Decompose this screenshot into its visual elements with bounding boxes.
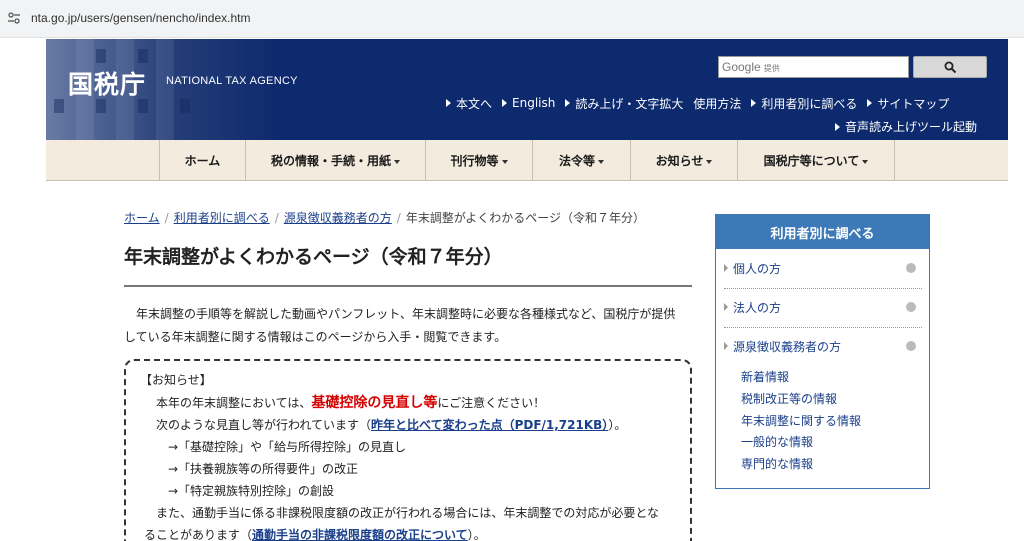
nav-home[interactable]: ホーム [159, 140, 245, 181]
nav-about[interactable]: 国税庁等について [737, 140, 895, 181]
sidebar-by-user: 利用者別に調べる 個人の方 法人の方 源泉徴収義務者の方 新着情報 税制改正等の… [715, 214, 930, 489]
util-link-usage[interactable]: 使用方法 [693, 95, 741, 111]
sidebar-item-corporate[interactable]: 法人の方 [724, 290, 922, 324]
notice-bullet-2: →「扶養親族等の所得要件」の改正 [168, 462, 359, 476]
notice-box: 【お知らせ】 本年の年末調整においては、基礎控除の見直し等にご注意ください！ 次… [124, 359, 692, 541]
sub-link-technical[interactable]: 専門的な情報 [741, 455, 813, 472]
utility-links: 本文へ English 読み上げ・文字拡大 使用方法 利用者別に調べる サイトマ… [446, 95, 959, 111]
site-logo-english[interactable]: NATIONAL TAX AGENCY [166, 75, 298, 87]
site-settings-icon[interactable] [7, 11, 21, 25]
arrow-right-icon [502, 99, 508, 107]
site-logo[interactable]: 国税庁 [68, 65, 146, 101]
arrow-right-icon [751, 99, 757, 107]
global-nav: ホーム 税の情報・手続・用紙 刊行物等 法令等 お知らせ 国税庁等について [46, 140, 1008, 181]
util-link-readaloud[interactable]: 読み上げ・文字拡大 [565, 95, 683, 111]
changes-pdf-link[interactable]: 昨年と比べて変わった点（PDF/1,721KB） [371, 418, 608, 432]
notice-line-7: ることがあります（通勤手当の非課税限度額の改正について）。 [144, 528, 486, 541]
nav-publications[interactable]: 刊行物等 [425, 140, 532, 181]
expand-circle-icon[interactable] [906, 341, 916, 351]
notice-line-6: また、通勤手当に係る非課税限度額の改正が行われる場合には、年末調整での対応が必要… [156, 506, 660, 520]
arrow-right-icon [724, 264, 728, 272]
search-icon [944, 61, 957, 74]
browser-address-bar[interactable]: nta.go.jp/users/gensen/nencho/index.htm [0, 0, 1024, 38]
util-link-skip[interactable]: 本文へ [446, 95, 492, 111]
arrow-right-icon [724, 342, 728, 350]
sub-link-year-end[interactable]: 年末調整に関する情報 [741, 412, 861, 429]
arrow-right-icon [867, 99, 873, 107]
notice-heading: 【お知らせ】 [140, 373, 212, 387]
breadcrumb-current: 年末調整がよくわかるページ（令和７年分） [405, 211, 645, 225]
search-input[interactable]: Google 提供 [718, 56, 909, 78]
util-link-english[interactable]: English [502, 95, 555, 111]
sidebar-divider [724, 327, 922, 328]
nav-laws[interactable]: 法令等 [532, 140, 630, 181]
notice-line-1: 本年の年末調整においては、基礎控除の見直し等にご注意ください！ [156, 395, 546, 411]
arrow-right-icon [565, 99, 571, 107]
util-link-by-user[interactable]: 利用者別に調べる [751, 95, 857, 111]
page-title: 年末調整がよくわかるページ（令和７年分） [124, 246, 503, 268]
intro-text: 年末調整の手順等を解説した動画やパンフレット、年末調整時に必要な各種様式など、国… [124, 307, 676, 344]
arrow-right-icon [446, 99, 451, 107]
sidebar-item-withholding[interactable]: 源泉徴収義務者の方 [724, 329, 922, 363]
util-link-voice-tool[interactable]: 音声読み上げツール起動 [835, 118, 977, 135]
breadcrumb: ホーム / 利用者別に調べる / 源泉徴収義務者の方 / 年末調整がよくわかるページ（令和７… [124, 211, 645, 225]
sub-link-tax-reform[interactable]: 税制改正等の情報 [741, 390, 837, 407]
caret-down-icon [394, 159, 400, 164]
commute-allowance-link[interactable]: 通勤手当の非課税限度額の改正について [252, 528, 468, 541]
breadcrumb-by-user[interactable]: 利用者別に調べる [174, 211, 270, 225]
breadcrumb-withholding[interactable]: 源泉徴収義務者の方 [284, 211, 392, 225]
caret-down-icon [862, 159, 869, 164]
caret-down-icon [706, 159, 713, 164]
sidebar-divider [724, 288, 922, 289]
title-divider [124, 285, 692, 287]
caret-down-icon [598, 159, 604, 164]
sub-link-news[interactable]: 新着情報 [741, 368, 789, 385]
breadcrumb-home[interactable]: ホーム [124, 211, 160, 225]
expand-circle-icon[interactable] [906, 263, 916, 273]
notice-bullet-3: →「特定親族特別控除」の創設 [168, 484, 335, 498]
sidebar-title: 利用者別に調べる [716, 215, 929, 249]
caret-down-icon [501, 159, 508, 164]
util-link-sitemap[interactable]: サイトマップ [867, 95, 949, 111]
notice-line-2: 次のような見直し等が行われています（昨年と比べて変わった点（PDF/1,721K… [156, 418, 627, 432]
expand-circle-icon[interactable] [906, 302, 916, 312]
nav-notices[interactable]: お知らせ [630, 140, 737, 181]
arrow-right-icon [835, 122, 840, 131]
sidebar-item-individual[interactable]: 個人の方 [724, 251, 922, 285]
search-brand: Google 提供 [722, 60, 780, 74]
nav-tax-info[interactable]: 税の情報・手続・用紙 [245, 140, 425, 181]
search-button[interactable] [913, 56, 987, 78]
url-text[interactable]: nta.go.jp/users/gensen/nencho/index.htm [31, 11, 250, 25]
sub-link-general[interactable]: 一般的な情報 [741, 433, 813, 450]
arrow-right-icon [724, 303, 728, 311]
notice-bullet-1: →「基礎控除」や「給与所得控除」の見直し [168, 440, 407, 454]
